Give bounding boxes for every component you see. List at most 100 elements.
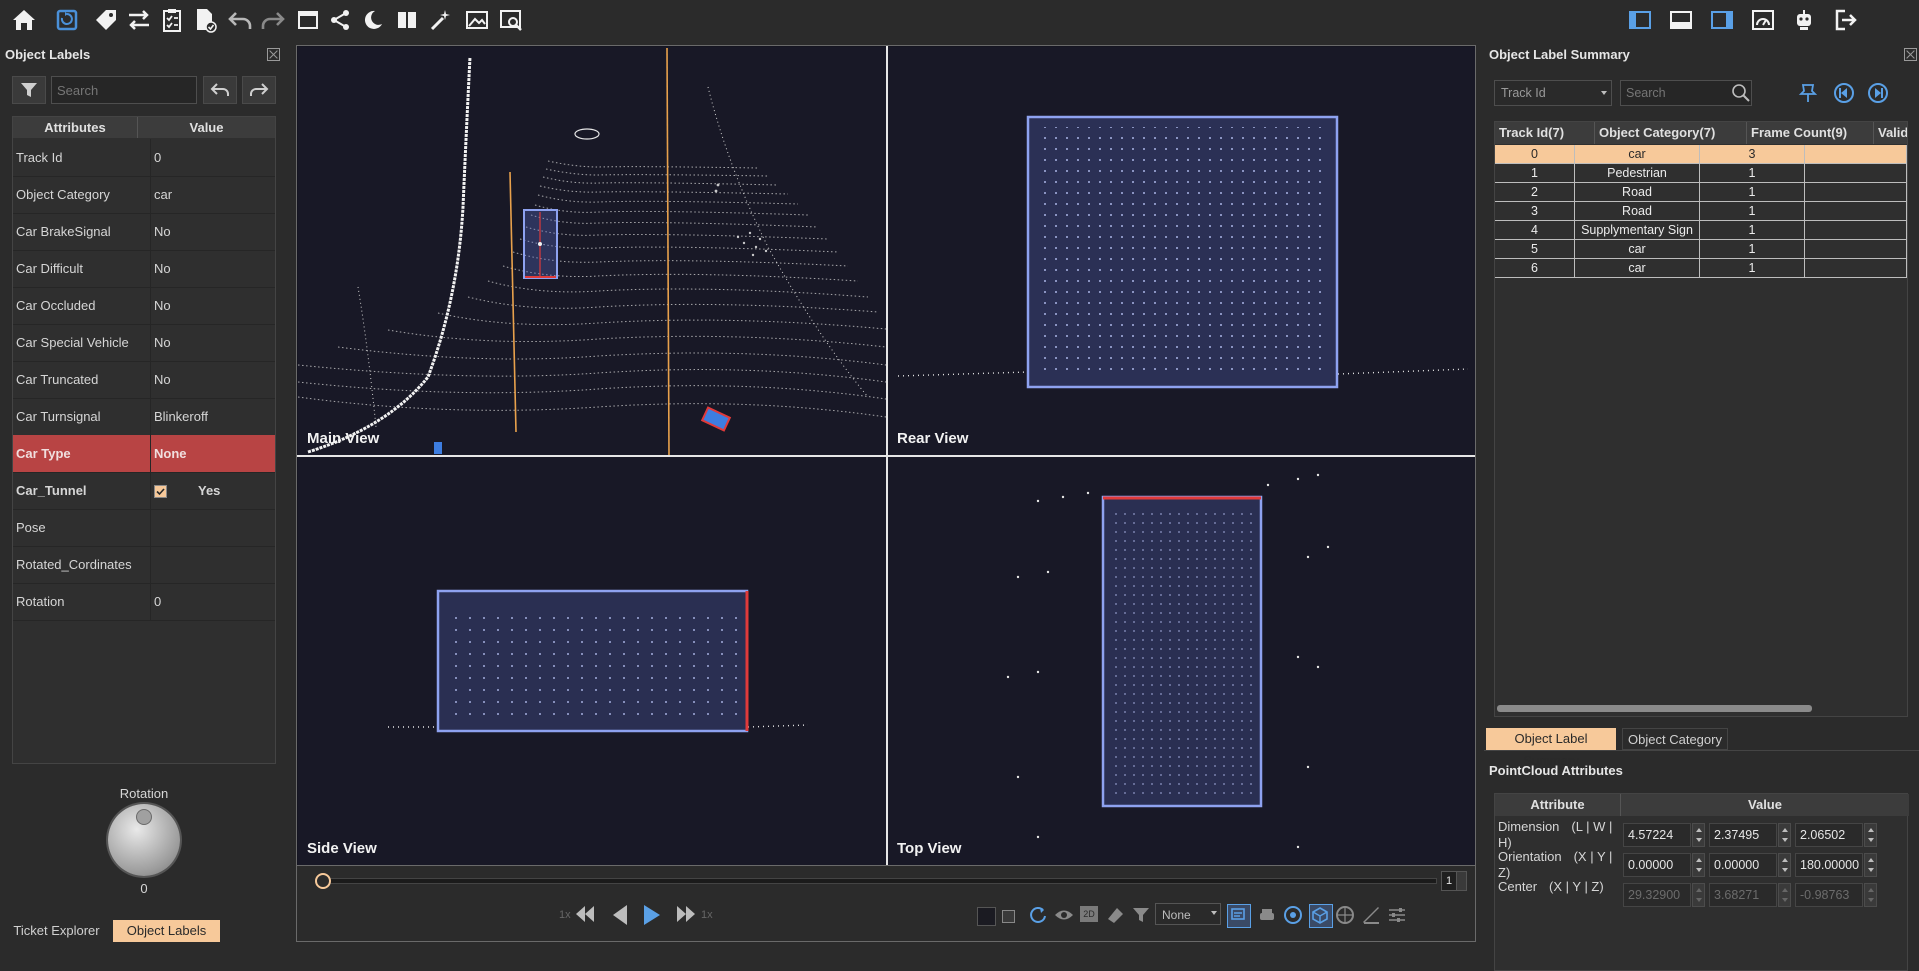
rotation-dial[interactable]	[108, 804, 180, 876]
spin-arrows-icon[interactable]	[1864, 883, 1877, 907]
value-spinbox[interactable]: 3.68271	[1709, 883, 1777, 907]
side-view[interactable]: Side View	[298, 457, 886, 865]
image-edit-icon[interactable]	[461, 4, 493, 36]
label-toggle-icon[interactable]	[1227, 904, 1251, 928]
undo-button[interactable]	[203, 76, 237, 104]
robot-icon[interactable]	[1788, 4, 1820, 36]
right-panel-icon[interactable]	[1706, 4, 1738, 36]
attribute-row[interactable]: Car_Tunnel Yes	[13, 472, 275, 510]
swap-icon[interactable]	[123, 4, 155, 36]
checklist-icon[interactable]	[156, 4, 188, 36]
first-record-icon[interactable]	[1833, 82, 1855, 107]
attribute-value[interactable]: 0	[150, 139, 275, 176]
spin-arrows-icon[interactable]	[1778, 823, 1791, 847]
left-panel-icon[interactable]	[1624, 4, 1656, 36]
summary-row[interactable]: 2 Road 1	[1495, 183, 1907, 202]
split-view-icon[interactable]	[391, 4, 423, 36]
value-spinbox[interactable]: 2.06502	[1795, 823, 1863, 847]
horizontal-scrollbar[interactable]	[1497, 705, 1812, 712]
attribute-value[interactable]: None	[150, 435, 275, 472]
filter-button[interactable]	[12, 76, 46, 104]
rear-view[interactable]: Rear View	[888, 47, 1475, 455]
rewind-button[interactable]	[574, 904, 596, 927]
attribute-row[interactable]: Object Category car	[13, 176, 275, 214]
attribute-value[interactable]: No	[150, 324, 275, 361]
sphere-icon[interactable]	[1335, 905, 1355, 928]
bottom-panel-icon[interactable]	[1665, 4, 1697, 36]
attribute-value[interactable]: No	[150, 287, 275, 324]
file-check-icon[interactable]	[189, 4, 221, 36]
attribute-row[interactable]: Track Id 0	[13, 139, 275, 177]
attribute-row[interactable]: Car Special Vehicle No	[13, 324, 275, 362]
search-icon[interactable]	[1731, 83, 1751, 106]
cube-icon[interactable]	[1309, 904, 1333, 928]
eye-icon[interactable]	[1054, 906, 1074, 927]
search-input[interactable]	[51, 76, 197, 104]
track-id-select[interactable]: Track Id	[1494, 80, 1612, 106]
spin-arrows-icon[interactable]	[1778, 883, 1791, 907]
share-icon[interactable]	[324, 4, 356, 36]
tab-object-category[interactable]: Object Category	[1622, 728, 1728, 750]
summary-row[interactable]: 6 car 1	[1495, 259, 1907, 278]
color-swatch[interactable]	[977, 907, 996, 926]
dashboard-icon[interactable]	[1747, 4, 1779, 36]
prev-frame-button[interactable]	[611, 904, 629, 929]
window-icon[interactable]	[292, 4, 324, 36]
ruler-icon[interactable]	[1361, 905, 1381, 928]
sliders-icon[interactable]	[1387, 905, 1407, 928]
image-search-icon[interactable]	[495, 4, 527, 36]
value-spinbox[interactable]: 180.00000	[1795, 853, 1863, 877]
last-record-icon[interactable]	[1867, 82, 1889, 107]
attribute-row[interactable]: Car Truncated No	[13, 361, 275, 399]
spin-arrows-icon[interactable]	[1864, 823, 1877, 847]
tunnel-checkbox[interactable]	[154, 485, 167, 498]
value-spinbox[interactable]: 0.00000	[1623, 853, 1691, 877]
value-spinbox[interactable]: 2.37495	[1709, 823, 1777, 847]
redo-icon[interactable]	[257, 4, 289, 36]
tag-icon[interactable]	[90, 4, 122, 36]
spin-arrows-icon[interactable]	[1692, 853, 1705, 877]
spin-arrows-icon[interactable]	[1692, 823, 1705, 847]
frame-number[interactable]: 1	[1441, 871, 1457, 891]
attribute-value[interactable]: Yes	[150, 472, 275, 509]
dial-knob[interactable]	[136, 809, 152, 825]
attribute-value[interactable]	[150, 546, 275, 583]
spin-arrows-icon[interactable]	[1864, 853, 1877, 877]
play-button[interactable]	[642, 904, 662, 929]
attribute-value[interactable]: car	[150, 176, 275, 213]
filter-icon[interactable]	[1132, 906, 1150, 927]
close-icon[interactable]	[267, 48, 280, 61]
pin-icon[interactable]	[1797, 82, 1819, 107]
paint-icon[interactable]	[1105, 905, 1125, 928]
attribute-row[interactable]: Rotated_Cordinates	[13, 546, 275, 584]
attribute-value[interactable]	[150, 509, 275, 546]
stop-icon[interactable]	[1002, 910, 1015, 923]
summary-row[interactable]: 0 car 3	[1495, 145, 1907, 164]
attribute-value[interactable]: 0	[150, 583, 275, 620]
top-view[interactable]: Top View	[888, 457, 1475, 865]
undo-icon[interactable]	[224, 4, 256, 36]
moon-icon[interactable]	[357, 4, 389, 36]
refresh-icon[interactable]	[1028, 905, 1048, 928]
attribute-row[interactable]: Car Turnsignal Blinkeroff	[13, 398, 275, 436]
summary-row[interactable]: 5 car 1	[1495, 240, 1907, 259]
attribute-row[interactable]: Car Occluded No	[13, 287, 275, 325]
target-icon[interactable]	[1283, 905, 1303, 928]
attribute-value[interactable]: No	[150, 250, 275, 287]
tab-ticket-explorer[interactable]: Ticket Explorer	[4, 920, 109, 942]
attribute-value[interactable]: Blinkeroff	[150, 398, 275, 435]
fast-forward-button[interactable]	[675, 904, 697, 927]
frame-spinner[interactable]	[1456, 871, 1467, 891]
home-icon[interactable]	[8, 4, 40, 36]
save-icon[interactable]	[51, 4, 83, 36]
timeline-track[interactable]	[319, 878, 1437, 884]
value-spinbox[interactable]: 4.57224	[1623, 823, 1691, 847]
summary-row[interactable]: 3 Road 1	[1495, 202, 1907, 221]
main-view[interactable]: Main View	[298, 47, 886, 455]
summary-row[interactable]: 1 Pedestrian 1	[1495, 164, 1907, 183]
tab-object-labels[interactable]: Object Labels	[113, 920, 220, 942]
value-spinbox[interactable]: 29.32900	[1623, 883, 1691, 907]
attribute-row[interactable]: Car Type None	[13, 435, 275, 473]
value-spinbox[interactable]: 0.00000	[1709, 853, 1777, 877]
spin-arrows-icon[interactable]	[1778, 853, 1791, 877]
